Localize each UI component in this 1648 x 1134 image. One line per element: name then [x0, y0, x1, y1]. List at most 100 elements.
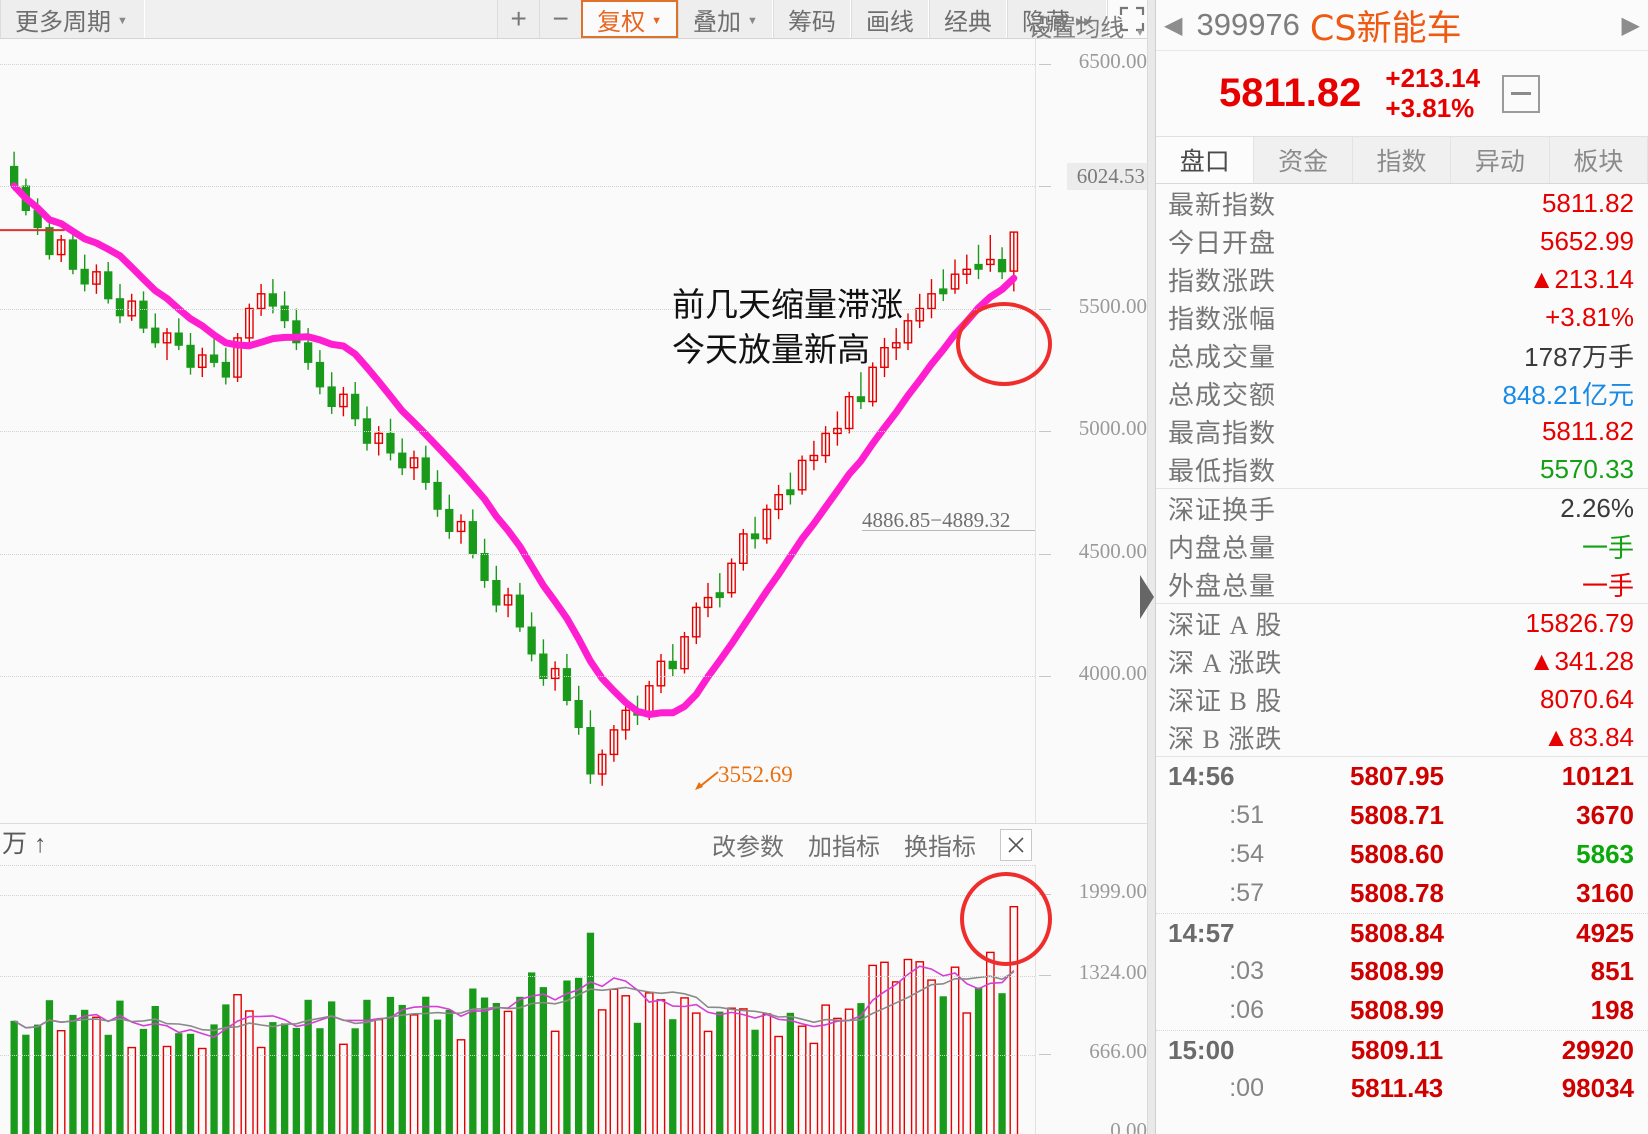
tick-row[interactable]: :54 5808.60 5863	[1156, 835, 1648, 874]
minus-icon: −	[552, 3, 569, 34]
tick-time: :00	[1229, 1074, 1264, 1102]
stat-value: 5811.82	[1541, 415, 1634, 446]
stat-row: 深证换手 2.26%	[1156, 489, 1648, 527]
axis-tick	[1039, 63, 1051, 65]
switch-indicator-button[interactable]: 换指标	[904, 827, 976, 862]
annotation-line-1: 前几天缩量滞涨	[672, 285, 903, 324]
price-gridline	[0, 63, 1035, 65]
tick-row[interactable]: 15:00 5809.11 29920	[1156, 1030, 1648, 1069]
tick-volume: 10121	[1561, 761, 1634, 791]
tab-2[interactable]: 指数	[1352, 137, 1452, 183]
volume-axis-label: 1324.00	[1078, 959, 1147, 984]
tick-row[interactable]: :51 5808.71 3670	[1156, 796, 1648, 835]
stat-row: 最低指数 5570.33	[1156, 450, 1648, 488]
low-point-arrow-icon	[695, 771, 719, 790]
tick-time: :57	[1229, 879, 1264, 907]
volume-unit-text: 万	[2, 830, 28, 858]
drawline-button[interactable]: 画线	[850, 0, 929, 38]
stat-row: 外盘总量 一手	[1156, 565, 1648, 603]
tick-row[interactable]: :00 5811.43 98034	[1156, 1069, 1648, 1108]
symbol-code: 399976	[1196, 7, 1300, 42]
change-absolute: +213.14	[1385, 63, 1481, 94]
chevron-down-icon: ▾	[1136, 25, 1143, 39]
tick-price: 5811.43	[1350, 1073, 1444, 1103]
tab-1[interactable]: 资金	[1254, 137, 1353, 183]
indicator-toolbar: 改参数 加指标 换指标	[0, 823, 1155, 865]
stat-value: ▲341.28	[1528, 645, 1634, 676]
chips-label: 筹码	[787, 8, 836, 36]
tick-row[interactable]: :57 5808.78 3160	[1156, 874, 1648, 913]
overlay-button[interactable]: 叠加 ▼	[678, 0, 773, 38]
stat-key: 总成交量	[1168, 342, 1277, 372]
stat-row: 总成交量 1787万手	[1156, 336, 1648, 374]
tick-time: :54	[1229, 840, 1264, 868]
stat-key: 指数涨跌	[1168, 266, 1277, 296]
tick-volume: 3670	[1576, 800, 1634, 830]
stat-key: 深证 A 股	[1168, 610, 1283, 640]
chips-button[interactable]: 筹码	[772, 0, 851, 38]
fuquan-button[interactable]: 复权 ▼	[581, 0, 679, 38]
tick-row[interactable]: 14:57 5808.84 4925	[1156, 913, 1648, 952]
more-period-label: 更多周期	[15, 8, 111, 36]
pane-divider[interactable]	[1147, 0, 1155, 1134]
tick-row[interactable]: :06 5808.99 198	[1156, 991, 1648, 1030]
price-chart-pane[interactable]	[0, 39, 1035, 823]
stat-key: 深 B 涨跌	[1168, 724, 1283, 754]
stat-row: 指数涨跌 ▲213.14	[1156, 260, 1648, 298]
stat-row: 最新指数 5811.82	[1156, 184, 1648, 222]
tab-0[interactable]: 盘口	[1156, 137, 1255, 183]
stat-row: 最高指数 5811.82	[1156, 412, 1648, 450]
stat-value: 1787万手	[1524, 341, 1634, 372]
tab-4[interactable]: 板块	[1549, 137, 1648, 183]
stats-group-turnover: 深证换手 2.26% 内盘总量 一手 外盘总量 一手	[1156, 489, 1648, 604]
prev-symbol-button[interactable]: ◀	[1156, 11, 1190, 40]
ma-settings-label: 设置均线	[1028, 15, 1125, 42]
stat-key: 指数涨幅	[1168, 304, 1277, 334]
axis-tick	[1039, 186, 1051, 187]
stat-row: 深 A 涨跌 ▲341.28	[1156, 642, 1648, 680]
next-symbol-button[interactable]: ▶	[1614, 11, 1648, 40]
price-gridline	[0, 186, 1035, 187]
stat-key: 内盘总量	[1168, 533, 1277, 563]
zoom-out-button[interactable]: −	[539, 0, 582, 38]
more-period-button[interactable]: 更多周期 ▼	[0, 0, 145, 38]
minus-icon	[1511, 92, 1532, 95]
tick-price: 5808.84	[1350, 917, 1444, 948]
stat-row: 内盘总量 一手	[1156, 527, 1648, 565]
price-axis-label: 5500.00	[1078, 293, 1147, 318]
volume-axis-tick	[1039, 974, 1051, 976]
ma-settings-button[interactable]: 设置均线 ▾	[1028, 8, 1143, 43]
collapse-button[interactable]	[1502, 74, 1541, 113]
change-params-button[interactable]: 改参数	[712, 827, 784, 862]
price-gridline	[0, 431, 1035, 432]
overlay-label: 叠加	[693, 8, 742, 36]
tab-3[interactable]: 异动	[1451, 137, 1550, 183]
add-indicator-button[interactable]: 加指标	[808, 827, 880, 862]
collapse-panel-arrow-icon[interactable]	[1140, 575, 1154, 619]
tick-price: 5807.95	[1350, 761, 1444, 791]
quote-tabs: 盘口 资金 指数 异动 板块	[1156, 137, 1648, 184]
stat-value: 5570.33	[1540, 453, 1634, 484]
volume-gridline	[0, 975, 1035, 977]
stat-value: 848.21亿元	[1502, 379, 1634, 410]
stat-value: ▲213.14	[1528, 263, 1634, 294]
volume-chart-pane[interactable]	[0, 865, 1035, 1134]
tick-price: 5808.99	[1350, 995, 1444, 1025]
classic-button[interactable]: 经典	[928, 0, 1007, 38]
zoom-in-button[interactable]: +	[497, 0, 540, 38]
tick-list[interactable]: 14:56 5807.95 10121:51 5808.71 3670:54 5808.6…	[1156, 757, 1648, 1108]
tick-time: 14:57	[1168, 917, 1235, 948]
quote-header: ◀ 399976 CS新能车 ▶	[1156, 0, 1648, 51]
drawline-label: 画线	[865, 8, 914, 36]
annotation-line-2: 今天放量新高	[672, 329, 870, 369]
stat-value: 2.26%	[1560, 492, 1634, 523]
close-indicator-button[interactable]	[1000, 828, 1032, 861]
tick-row[interactable]: :03 5808.99 851	[1156, 952, 1648, 991]
stat-row: 今日开盘 5652.99	[1156, 222, 1648, 260]
symbol-name: CS新能车	[1309, 8, 1462, 49]
stat-key: 外盘总量	[1168, 571, 1277, 601]
tick-row[interactable]: 14:56 5807.95 10121	[1156, 757, 1648, 796]
tick-price: 5808.60	[1350, 839, 1444, 869]
volume-bars-svg	[10, 906, 1019, 1134]
volume-axis-label: 666.00	[1089, 1038, 1147, 1063]
